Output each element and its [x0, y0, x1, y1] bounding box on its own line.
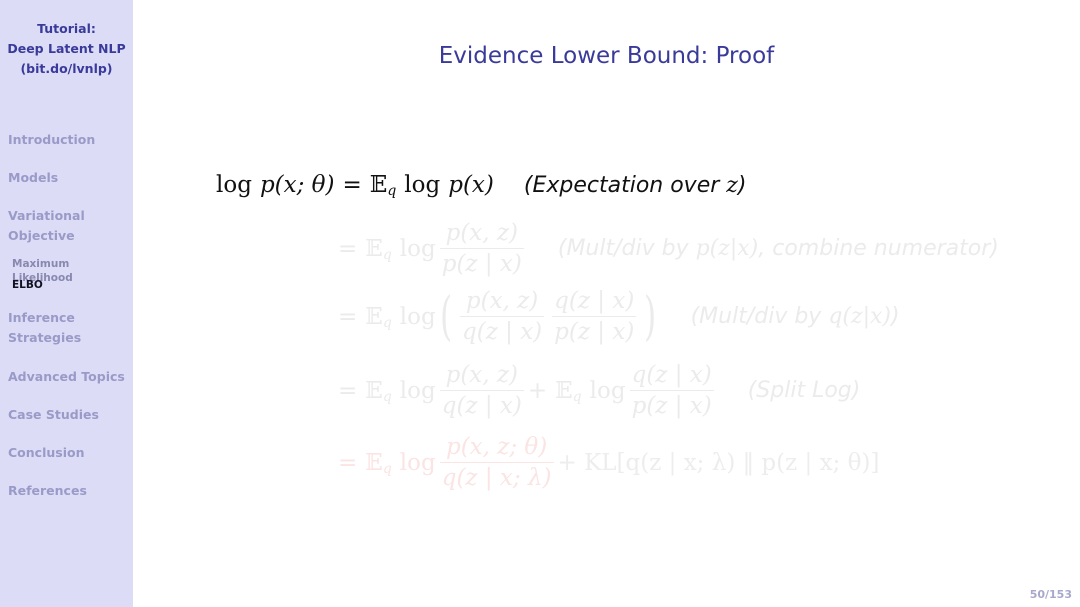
sidebar-item-references[interactable]: References — [8, 481, 87, 501]
fraction: p(x, z; θ) q(z | x; λ) — [439, 434, 554, 492]
sidebar-item-label: Inference — [8, 310, 75, 325]
title-line: Deep Latent NLP — [7, 41, 126, 56]
sidebar-item-introduction[interactable]: Introduction — [8, 130, 95, 150]
expectation-symbol: 𝔼 — [365, 235, 383, 262]
left-paren: ( — [439, 286, 452, 347]
equation-row-2: = 𝔼q log p(x, z) p(z | x) (Mult/div by p… — [338, 220, 999, 278]
args: (x) — [462, 172, 494, 198]
expectation-symbol: 𝔼 — [555, 377, 573, 404]
sidebar-item-variational-objective[interactable]: Variational Objective — [8, 206, 85, 246]
equation-row-3: = 𝔼q log ( p(x, z) q(z | x) q(z | x) p(z… — [338, 286, 900, 347]
log-op: log — [399, 235, 436, 262]
var-p: p — [448, 172, 463, 198]
sidebar-navigation: Tutorial: Deep Latent NLP (bit.do/lvnlp)… — [0, 0, 133, 607]
sidebar-item-advanced-topics[interactable]: Advanced Topics — [8, 367, 125, 387]
lhs-args: (x; θ) — [274, 172, 335, 198]
expectation-symbol: 𝔼 — [365, 303, 383, 330]
fraction: p(x, z) p(z | x) — [439, 220, 524, 278]
annotation-expectation: (Expectation over z) — [523, 172, 747, 198]
sidebar-item-label: Strategies — [8, 330, 82, 345]
equals-sign: = — [338, 303, 358, 330]
log-op: log — [399, 303, 436, 330]
equals-sign: = — [338, 377, 358, 404]
sidebar-subitem-elbo[interactable]: ELBO — [12, 278, 43, 292]
fraction: p(x, z) q(z | x) — [439, 362, 524, 420]
slide-title: Evidence Lower Bound: Proof — [438, 43, 775, 69]
log-op: log — [399, 377, 436, 404]
right-paren: ) — [644, 286, 657, 347]
expectation-symbol: 𝔼 — [365, 377, 383, 404]
expectation-symbol: 𝔼 — [369, 172, 388, 198]
equation-row-1: log p (x; θ) = 𝔼q log p (x) (Expectation o… — [216, 172, 747, 199]
log-op: log — [404, 172, 441, 198]
sidebar-item-label: Objective — [8, 228, 75, 243]
page-number: 50/153 — [1029, 588, 1072, 601]
equals-sign: = — [342, 172, 362, 198]
sidebar-item-conclusion[interactable]: Conclusion — [8, 443, 84, 463]
var-p: p — [259, 172, 275, 198]
annotation-mult-div-q: (Mult/div by q(z|x)) — [690, 304, 900, 330]
sidebar-item-models[interactable]: Models — [8, 168, 58, 188]
presentation-title[interactable]: Tutorial: Deep Latent NLP (bit.do/lvnlp) — [0, 19, 133, 79]
kl-divergence-term: + KL[q(z | x; λ) ‖ p(z | x; θ)] — [557, 449, 880, 476]
annotation-mult-div-p: (Mult/div by p(z|x), combine numerator) — [557, 236, 999, 262]
subscript-q: q — [387, 183, 397, 199]
fraction: q(z | x) p(z | x) — [629, 362, 714, 420]
title-line: Tutorial: — [37, 21, 96, 36]
fraction: q(z | x) p(z | x) — [552, 288, 637, 346]
elbo-term: = 𝔼q log p(x, z; θ) q(z | x; λ) — [338, 434, 554, 492]
plus-sign: + — [527, 377, 548, 404]
equals-sign: = — [338, 235, 358, 262]
title-line: (bit.do/lvnlp) — [20, 61, 113, 76]
equation-row-4: = 𝔼q log p(x, z) q(z | x) + 𝔼q log q(z |… — [338, 362, 861, 420]
log-op: log — [589, 377, 626, 404]
sidebar-item-case-studies[interactable]: Case Studies — [8, 405, 99, 425]
equation-row-5: = 𝔼q log p(x, z; θ) q(z | x; λ) + KL[q(z… — [338, 434, 879, 491]
fraction: p(x, z) q(z | x) — [460, 288, 545, 346]
annotation-split-log: (Split Log) — [747, 378, 861, 404]
sidebar-item-label: Variational — [8, 208, 85, 223]
log-op: log — [216, 172, 252, 198]
sidebar-item-inference-strategies[interactable]: Inference Strategies — [8, 308, 81, 348]
